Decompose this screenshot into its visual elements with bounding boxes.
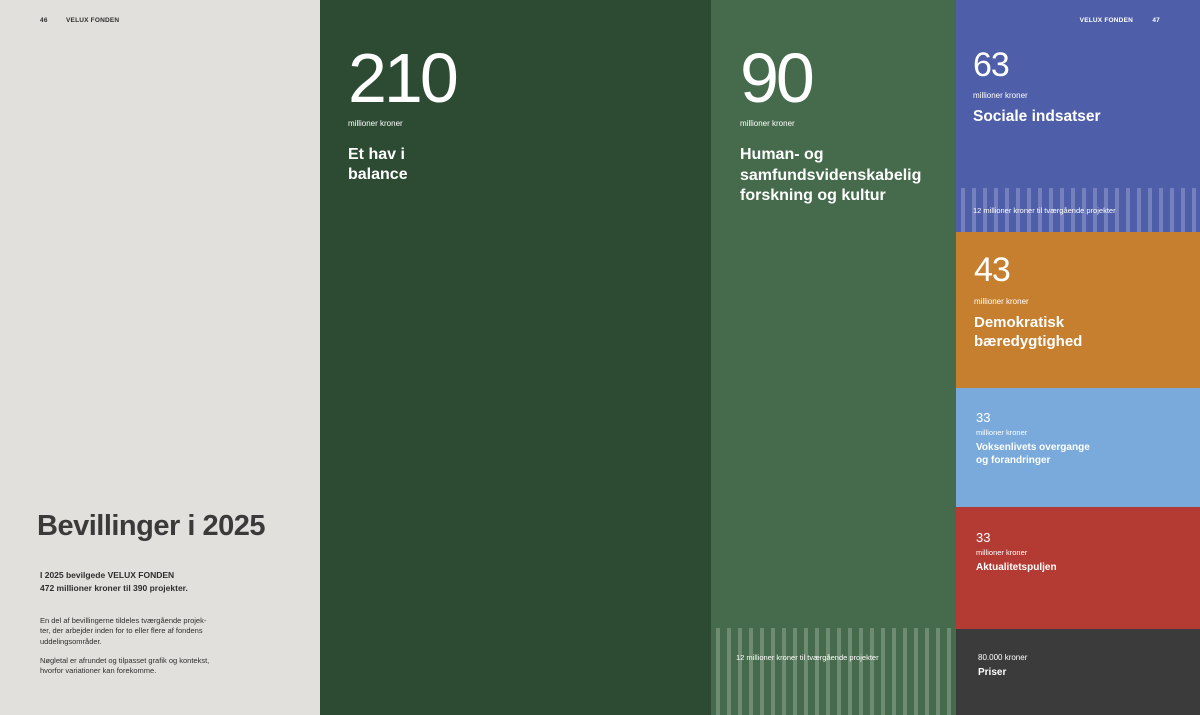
cross-project-label: 12 millioner kroner til tværgående proje… bbox=[973, 206, 1116, 215]
allocation-block-human: 90 millioner kroner Human- og samfundsvi… bbox=[711, 0, 956, 715]
allocation-category: Demokratisk bæredygtighed bbox=[974, 314, 1083, 350]
allocation-category: Sociale indsatser bbox=[973, 108, 1101, 125]
intro-text: I 2025 bevilgede VELUX FONDEN 472 millio… bbox=[40, 570, 188, 593]
cross-project-label: 12 millioner kroner til tværgående proje… bbox=[736, 653, 879, 662]
allocation-block-voksenliv: 33 millioner kroner Voksenlivets overgan… bbox=[956, 388, 1200, 507]
allocation-amount: 90 bbox=[740, 39, 815, 117]
allocation-unit: millioner kroner bbox=[976, 548, 1028, 557]
allocation-unit: millioner kroner bbox=[740, 119, 795, 128]
allocation-category: Et hav i balance bbox=[348, 146, 408, 183]
allocation-block-hav: 210 millioner kroner Et hav i balance bbox=[320, 0, 711, 715]
allocation-block-priser: 80.000 kroner Priser bbox=[956, 629, 1200, 715]
allocation-amount: 33 bbox=[976, 530, 991, 545]
page-title: Bevillinger i 2025 bbox=[37, 510, 265, 542]
note-text-2: Nøgletal er afrundet og tilpasset grafik… bbox=[40, 656, 210, 676]
allocation-amount: 43 bbox=[974, 251, 1011, 289]
left-page: 46 VELUX FONDEN Bevillinger i 2025 I 202… bbox=[0, 0, 320, 715]
allocation-category: Priser bbox=[978, 667, 1007, 678]
cross-project-stripes bbox=[716, 628, 956, 715]
allocation-category: Voksenlivets overgange og forandringer bbox=[976, 442, 1090, 466]
allocation-amount: 63 bbox=[973, 46, 1010, 84]
allocation-unit: millioner kroner bbox=[973, 91, 1028, 100]
allocation-block-aktualitet: 33 millioner kroner Aktualitetspuljen bbox=[956, 507, 1200, 629]
allocation-amount: 210 bbox=[348, 39, 459, 117]
note-text-1: En del af bevillingerne tildeles tværgåe… bbox=[40, 616, 207, 646]
allocation-amount: 80.000 kroner bbox=[978, 653, 1028, 662]
allocation-block-demokratisk: 43 millioner kroner Demokratisk bæredygt… bbox=[956, 232, 1200, 388]
brand-name: VELUX FONDEN bbox=[1079, 17, 1133, 24]
allocation-unit: millioner kroner bbox=[976, 428, 1028, 437]
allocation-amount: 33 bbox=[976, 410, 991, 425]
page-number: 47 bbox=[1152, 17, 1160, 24]
allocation-category: Aktualitetspuljen bbox=[976, 562, 1057, 573]
allocation-unit: millioner kroner bbox=[348, 119, 403, 128]
brand-name: VELUX FONDEN bbox=[66, 17, 120, 24]
allocation-category: Human- og samfundsvidenskabelig forsknin… bbox=[740, 146, 922, 204]
page-number: 46 bbox=[40, 17, 48, 24]
allocation-unit: millioner kroner bbox=[974, 297, 1029, 306]
allocation-block-sociale: VELUX FONDEN 47 63 millioner kroner Soci… bbox=[956, 0, 1200, 232]
